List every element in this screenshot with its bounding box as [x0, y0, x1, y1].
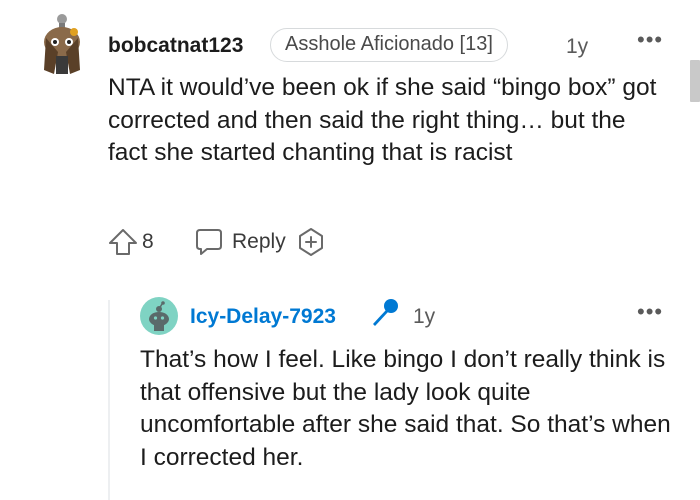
- reply-icon[interactable]: [192, 225, 226, 259]
- user-flair-badge: Asshole Aficionado [13]: [270, 28, 508, 62]
- scrollbar[interactable]: [690, 60, 700, 102]
- upvote-icon[interactable]: [106, 225, 140, 259]
- more-options-icon[interactable]: •••: [637, 29, 663, 51]
- user-avatar-icon[interactable]: [38, 12, 86, 76]
- more-options-icon[interactable]: •••: [637, 301, 663, 323]
- reply-username[interactable]: Icy-Delay-7923: [190, 305, 336, 329]
- comment-username[interactable]: bobcatnat123: [108, 34, 243, 58]
- thread-line[interactable]: [108, 300, 110, 500]
- comment-actions: 8 Reply: [106, 224, 326, 260]
- vote-count: 8: [142, 230, 154, 253]
- reply-body: That’s how I feel. Like bingo I don’t re…: [140, 346, 671, 471]
- microphone-icon: [373, 299, 398, 326]
- comment-body: NTA it would’ve been ok if she said “bin…: [108, 74, 657, 166]
- snoo-avatar-icon[interactable]: [140, 297, 178, 335]
- award-add-icon[interactable]: [296, 227, 326, 257]
- reply-button[interactable]: Reply: [232, 230, 286, 254]
- reply-timestamp[interactable]: 1y: [413, 305, 435, 329]
- comment-timestamp[interactable]: 1y: [566, 35, 588, 59]
